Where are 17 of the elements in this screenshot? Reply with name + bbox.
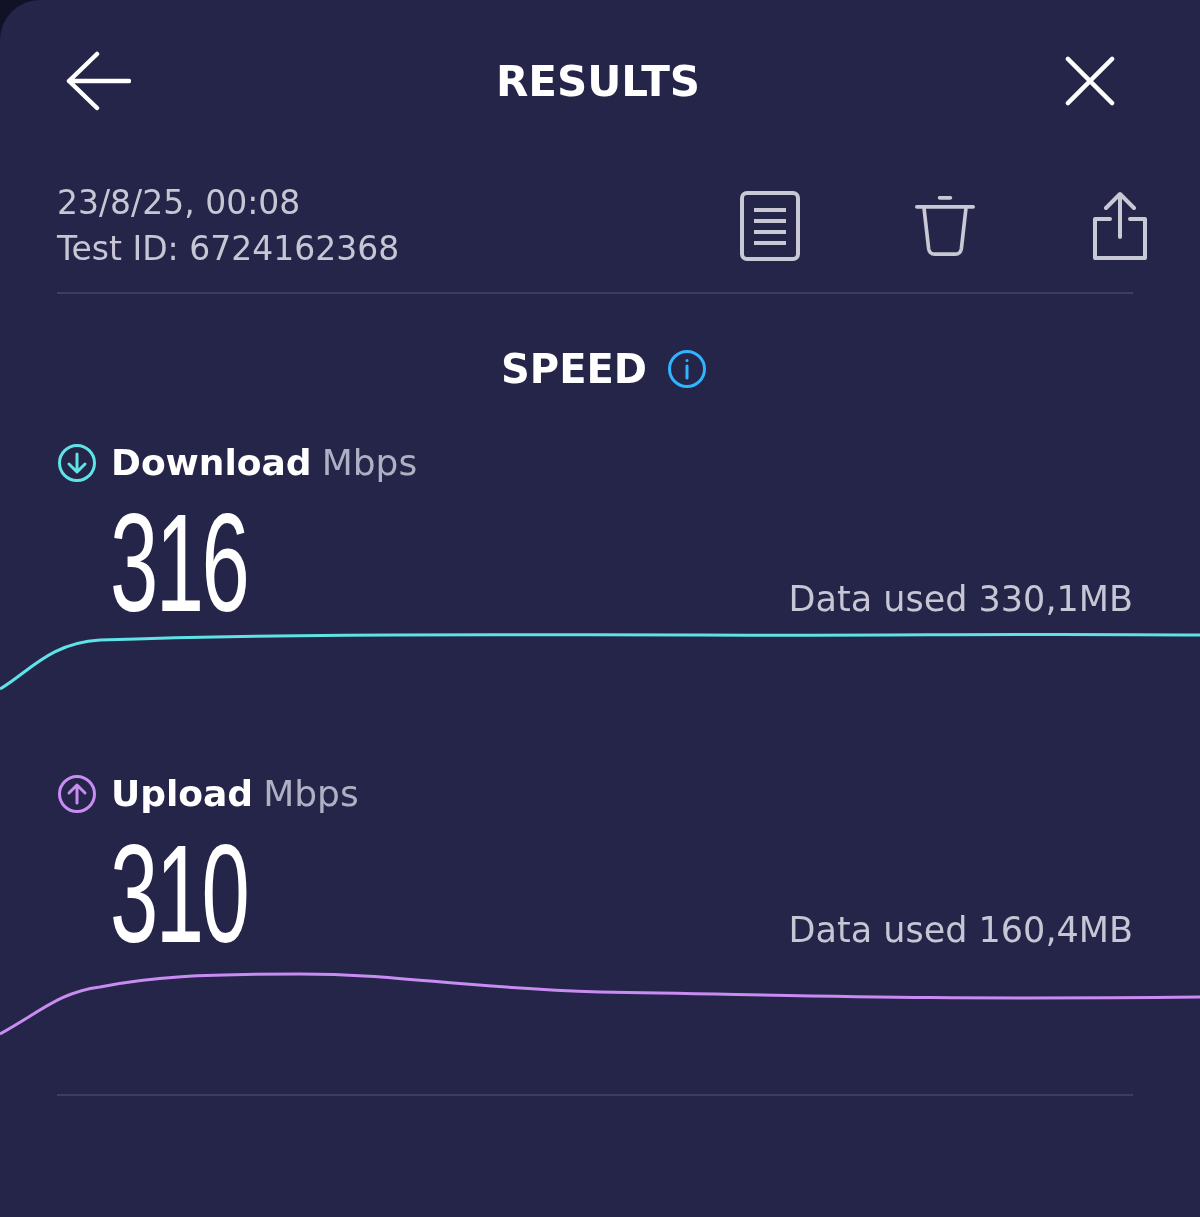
speed-value: 316 [110,503,248,623]
test-id: Test ID: 6724162368 [57,228,400,270]
close-icon[interactable] [1065,56,1115,106]
metric-label: Download [111,442,312,483]
screen-title: RESULTS [495,56,701,106]
metric-unit: Mbps [263,773,359,814]
info-icon[interactable] [667,349,707,389]
share-icon[interactable] [1090,191,1150,261]
section-title: SPEED [501,346,647,392]
test-date: 23/8/25, 00:08 [57,182,302,224]
data-used: Data used 330,1MB [788,579,1133,621]
back-icon[interactable] [65,51,131,111]
speed-value: 310 [110,834,248,954]
data-used: Data used 160,4MB [788,910,1133,952]
document-icon[interactable] [740,191,800,261]
metric-unit: Mbps [321,442,418,483]
metric-label: Upload [111,773,254,814]
